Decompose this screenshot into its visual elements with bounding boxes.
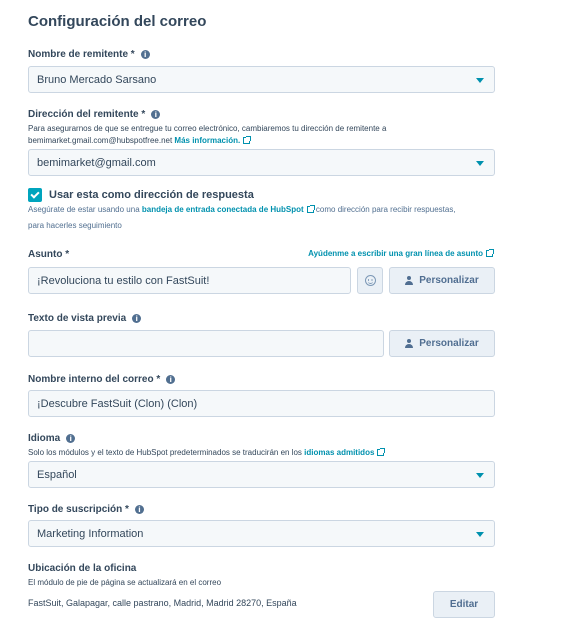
sender-address-help-email: bemimarket.gmail.com@hubspotfree.net (28, 136, 173, 145)
language-label: Idioma i (28, 433, 76, 444)
external-link-icon (377, 448, 386, 456)
language-value: Español (37, 468, 77, 481)
edit-office-label: Editar (449, 599, 479, 610)
subject-value: ¡Revoluciona tu estilo con FastSuit! (37, 274, 210, 287)
internal-name-value: ¡Descubre FastSuit (Clon) (Clon) (37, 397, 198, 410)
subject-input[interactable]: ¡Revoluciona tu estilo con FastSuit! (28, 267, 351, 294)
sender-address-help-2: bemimarket.gmail.com@hubspotfree.net Más… (28, 134, 252, 147)
info-icon[interactable]: i (132, 314, 142, 323)
smiley-icon (364, 275, 376, 286)
language-label-text: Idioma (28, 433, 61, 444)
preview-text-input[interactable] (28, 330, 384, 357)
subscription-type-select[interactable]: Marketing Information (28, 520, 495, 547)
page-title: Configuración del correo (28, 13, 207, 30)
reply-to-checkbox[interactable] (28, 188, 42, 202)
internal-name-label: Nombre interno del correo * i (28, 374, 176, 385)
person-icon (405, 339, 414, 348)
subject-personalize-label: Personalizar (419, 275, 479, 286)
edit-office-button[interactable]: Editar (433, 591, 495, 618)
preview-text-label-text: Texto de vista previa (28, 313, 127, 324)
reply-to-help-suffix: como dirección para recibir respuestas, (315, 205, 456, 214)
internal-name-label-text: Nombre interno del correo * (28, 374, 161, 385)
supported-languages-link[interactable]: idiomas admitidos (304, 448, 374, 457)
internal-name-input[interactable]: ¡Descubre FastSuit (Clon) (Clon) (28, 390, 495, 417)
info-icon[interactable]: i (166, 375, 176, 384)
info-icon[interactable]: i (66, 434, 76, 443)
subject-assist-link-text[interactable]: Ayúdenme a escribir una gran línea de as… (308, 249, 483, 258)
subject-personalize-button[interactable]: Personalizar (389, 267, 495, 294)
reply-to-help: Asegúrate de estar usando una bandeja de… (28, 203, 456, 216)
reply-to-help-2: para hacerles seguimiento (28, 221, 122, 230)
subscription-type-label-text: Tipo de suscripción * (28, 504, 129, 515)
sender-address-select[interactable]: bemimarket@gmail.com (28, 149, 495, 176)
info-icon[interactable]: i (134, 505, 144, 514)
reply-to-help-prefix: Asegúrate de estar usando una (28, 205, 140, 214)
office-location-label: Ubicación de la oficina (28, 563, 137, 574)
chevron-down-icon (476, 78, 484, 83)
info-icon[interactable]: i (151, 110, 161, 119)
language-select[interactable]: Español (28, 461, 495, 488)
language-help: Solo los módulos y el texto de HubSpot p… (28, 446, 386, 459)
external-link-icon (486, 249, 494, 257)
sender-name-label: Nombre de remitente * i (28, 49, 150, 60)
sender-name-label-text: Nombre de remitente * (28, 49, 135, 60)
language-help-prefix: Solo los módulos y el texto de HubSpot p… (28, 448, 302, 457)
preview-text-label: Texto de vista previa i (28, 313, 142, 324)
reply-to-label-text: Usar esta como dirección de respuesta (49, 189, 254, 201)
office-address: FastSuit, Galapagar, calle pastrano, Mad… (28, 598, 297, 608)
external-link-icon (243, 136, 252, 144)
office-location-help: El módulo de pie de página se actualizar… (28, 578, 222, 587)
sender-name-select[interactable]: Bruno Mercado Sarsano (28, 66, 495, 93)
subscription-type-value: Marketing Information (37, 527, 144, 540)
preview-personalize-label: Personalizar (419, 338, 479, 349)
person-icon (405, 276, 414, 285)
sender-address-label-text: Dirección del remitente * (28, 109, 146, 120)
subject-assist-link[interactable]: Ayúdenme a escribir una gran línea de as… (308, 249, 494, 258)
emoji-button[interactable] (357, 267, 383, 294)
info-icon[interactable]: i (140, 50, 150, 59)
reply-to-label: Usar esta como dirección de respuesta (49, 189, 260, 201)
preview-personalize-button[interactable]: Personalizar (389, 330, 495, 357)
chevron-down-icon (476, 161, 484, 166)
chevron-down-icon (476, 473, 484, 478)
chevron-down-icon (476, 532, 484, 537)
external-link-icon (306, 205, 315, 213)
subject-label: Asunto * (28, 249, 70, 260)
sender-address-label: Dirección del remitente * i (28, 109, 161, 120)
connected-inbox-link[interactable]: bandeja de entrada conectada de HubSpot (142, 205, 304, 214)
sender-address-value: bemimarket@gmail.com (37, 156, 156, 169)
subscription-type-label: Tipo de suscripción * i (28, 504, 144, 515)
sender-name-value: Bruno Mercado Sarsano (37, 73, 157, 86)
more-info-link[interactable]: Más información. (174, 136, 240, 145)
